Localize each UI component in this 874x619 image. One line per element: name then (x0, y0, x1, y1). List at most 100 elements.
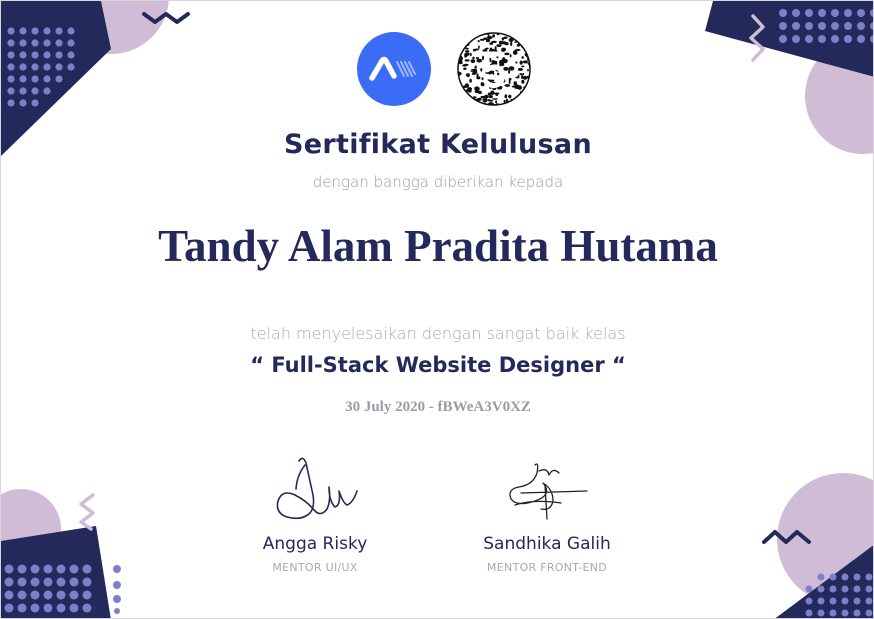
bottom-left-navy-shape (1, 526, 111, 618)
logo-pattern-mark (482, 55, 484, 61)
decor-dot (805, 35, 813, 43)
decor-dot (69, 564, 79, 574)
logo-pattern-mark (501, 47, 507, 52)
decor-dot (55, 75, 63, 83)
decor-dot (841, 585, 849, 593)
decor-dot (55, 27, 63, 35)
logo-pattern-mark (514, 49, 521, 51)
logo-pattern-mark (490, 90, 495, 95)
logo-pattern-mark (468, 34, 471, 36)
decor-dot (43, 39, 51, 47)
decor-dot (69, 590, 79, 600)
logo-pattern-mark (467, 75, 470, 78)
logo-pattern-mark (474, 87, 477, 89)
signature-angga-risky (276, 457, 358, 520)
logo-pattern-mark (501, 60, 507, 63)
logo-pattern-mark (463, 67, 467, 70)
logo-pattern-mark (461, 41, 465, 44)
decor-dot (19, 39, 27, 47)
logo-pattern-mark (489, 70, 495, 73)
decor-dot (857, 9, 865, 17)
decor-dot (82, 577, 92, 587)
decor-dot (30, 590, 40, 600)
decor-dot (19, 75, 27, 83)
decor-dot (817, 597, 825, 605)
logo-pattern-mark (521, 44, 528, 49)
decor-dot (7, 99, 15, 107)
logo-pattern-mark (479, 38, 485, 41)
decor-dot (55, 39, 63, 47)
logo-pattern-mark (503, 67, 509, 71)
logo-pattern-mark (470, 59, 476, 64)
logo-pattern-mark (522, 60, 528, 64)
decor-dot (844, 35, 852, 43)
logo-pattern-mark (521, 79, 525, 84)
recipient-name: Tandy Alam Pradita Hutama (158, 221, 718, 271)
signer-name: Angga Risky (262, 534, 368, 554)
logo-pattern-mark (488, 95, 493, 97)
logo-pattern-mark (515, 61, 518, 64)
decor-dot (7, 87, 15, 95)
logo-pattern-mark (508, 69, 511, 74)
signer-role: MENTOR UI/UX (272, 561, 358, 574)
logo-pattern-mark (517, 67, 523, 71)
decor-dot (818, 35, 826, 43)
decor-dot (805, 22, 813, 30)
decor-dot (829, 573, 837, 581)
buildwith-angga-logo-icon (357, 32, 431, 106)
decor-dot (31, 75, 39, 83)
logo-pattern-mark (474, 89, 480, 94)
logo-pattern-mark (525, 89, 530, 93)
logo-pattern-mark (517, 101, 521, 105)
course-name: “ Full-Stack Website Designer “ (250, 353, 626, 377)
decor-dot (55, 51, 63, 59)
decor-dot (779, 22, 787, 30)
decor-dot (43, 590, 53, 600)
logo-pattern-mark (491, 40, 497, 44)
logo-pattern-mark (497, 72, 500, 76)
bottom-left-dot (113, 581, 121, 589)
logo-pattern-mark (469, 101, 473, 105)
logo-pattern-mark (477, 40, 480, 43)
logo-pattern-mark (501, 41, 507, 45)
logo-pattern-mark (472, 100, 476, 104)
decor-dot (4, 564, 14, 574)
logo-pattern-mark (528, 33, 530, 35)
decor-dot (779, 9, 787, 17)
decor-dot (82, 564, 92, 574)
logo-pattern-mark (480, 95, 486, 99)
decor-dot (31, 51, 39, 59)
decor-dot (17, 590, 27, 600)
logo-pattern-mark (475, 101, 478, 105)
logo-pattern-mark (522, 73, 525, 76)
logo-pattern-mark (476, 76, 481, 80)
decor-dot (17, 577, 27, 587)
decor-dot (31, 39, 39, 47)
decor-dot (865, 573, 873, 581)
logo-pattern-mark (525, 33, 529, 34)
logo-pattern-mark (521, 65, 525, 68)
decor-dot (67, 39, 75, 47)
logo-pattern-mark (504, 52, 510, 56)
logo-pattern-mark (461, 42, 464, 46)
decor-dot (43, 27, 51, 35)
decor-dot (19, 27, 27, 35)
decor-dot (43, 577, 53, 587)
decor-dot (792, 35, 800, 43)
decor-dot (56, 577, 66, 587)
logo-pattern-mark (514, 41, 517, 43)
logo-pattern-mark (482, 98, 488, 103)
logo-pattern-mark (501, 38, 504, 41)
logo-pattern-mark (528, 44, 530, 46)
logo-pattern-mark (495, 92, 499, 97)
decor-dot (817, 609, 825, 617)
decor-dot (7, 27, 15, 35)
decor-dot (7, 39, 15, 47)
decor-dot (43, 51, 51, 59)
decor-dot (56, 564, 66, 574)
logo-pattern-mark (485, 38, 491, 43)
decor-dot (19, 99, 27, 107)
logo-pattern-mark (462, 64, 468, 67)
logo-pattern-mark (508, 38, 514, 42)
decor-dot (67, 51, 75, 59)
